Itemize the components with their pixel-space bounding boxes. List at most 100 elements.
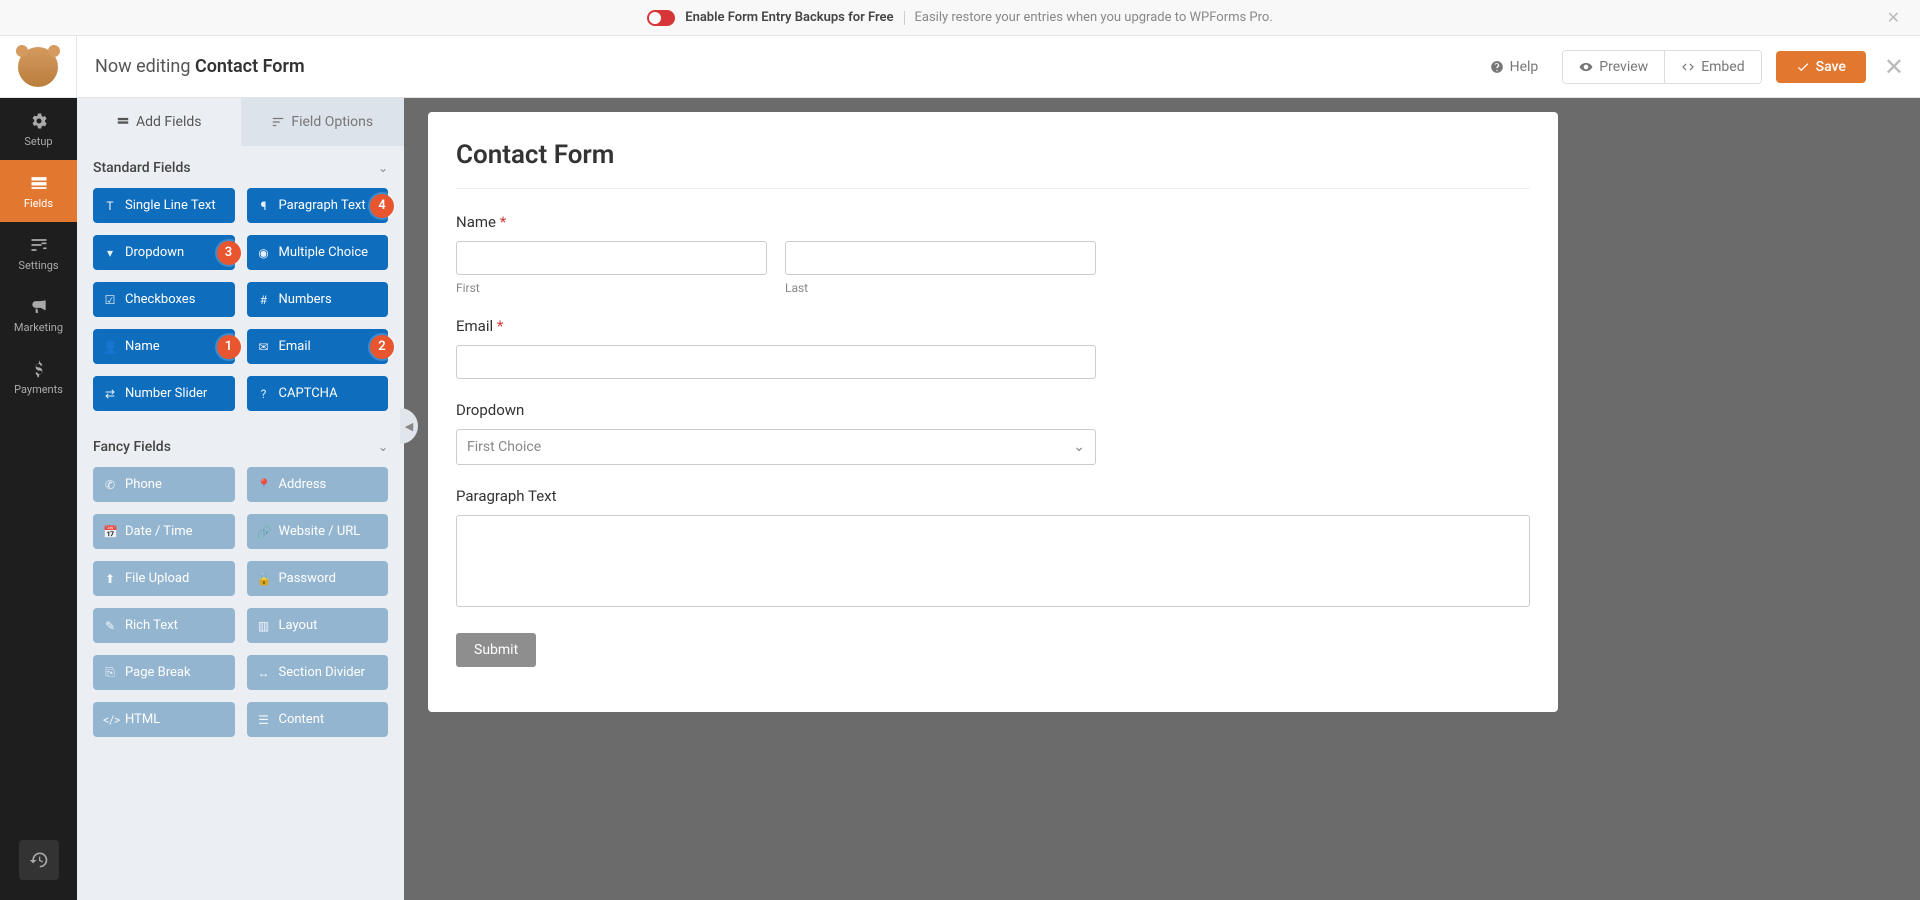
field-type-date-time[interactable]: 📅 Date / Time <box>93 514 235 549</box>
field-type-label: Date / Time <box>125 524 193 539</box>
field-type-captcha[interactable]: ?CAPTCHA <box>247 376 389 411</box>
field-type-label: Page Break <box>125 665 191 680</box>
app-logo[interactable] <box>0 36 77 98</box>
field-type-single-line-text[interactable]: T Single Line Text <box>93 188 235 223</box>
nav-marketing[interactable]: Marketing <box>0 284 77 346</box>
chevron-down-icon: ⌄ <box>378 161 388 175</box>
hash-icon: # <box>257 293 271 307</box>
field-type-label: Dropdown <box>125 245 184 260</box>
save-button[interactable]: Save <box>1776 51 1866 83</box>
field-type-file-upload[interactable]: ⬆ File Upload <box>93 561 235 596</box>
dropdown-select[interactable]: First Choice ⌄ <box>456 429 1096 465</box>
content-icon: ☰ <box>257 713 271 727</box>
help-icon <box>1490 60 1504 74</box>
nav-fields[interactable]: Fields <box>0 160 77 222</box>
field-type-numbers[interactable]: #Numbers <box>247 282 389 317</box>
nav-setup[interactable]: Setup <box>0 98 77 160</box>
field-type-label: Phone <box>125 477 162 492</box>
field-type-label: Multiple Choice <box>279 245 369 260</box>
options-icon <box>271 115 285 129</box>
slider-icon: ⇄ <box>103 387 117 401</box>
text-icon: T <box>103 199 117 213</box>
announcement-subtitle: Easily restore your entries when you upg… <box>915 10 1273 25</box>
field-type-page-break[interactable]: ⎘Page Break <box>93 655 235 690</box>
lock-icon: 🔒 <box>257 572 271 586</box>
field-type-label: Name <box>125 339 160 354</box>
field-type-layout[interactable]: ▥Layout <box>247 608 389 643</box>
eye-icon <box>1579 60 1593 74</box>
field-type-label: Address <box>279 477 327 492</box>
step-badge: 1 <box>217 335 241 359</box>
field-type-label: CAPTCHA <box>279 386 338 401</box>
field-name[interactable]: Name * First Last <box>456 213 1530 295</box>
user-icon: 👤 <box>103 340 117 354</box>
field-type-phone[interactable]: ✆ Phone <box>93 467 235 502</box>
divider <box>904 11 905 25</box>
field-type-dropdown[interactable]: ▾Dropdown3 <box>93 235 235 270</box>
form-title[interactable]: Contact Form <box>456 140 1530 189</box>
revisions-button[interactable] <box>19 840 59 880</box>
field-type-section-divider[interactable]: ↔Section Divider <box>247 655 389 690</box>
left-nav: Setup Fields Settings Marketing Payments <box>0 98 77 900</box>
editing-label: Now editing Contact Form <box>95 56 305 77</box>
paragraph-textarea[interactable] <box>456 515 1530 607</box>
sect-icon: ↔ <box>257 666 271 680</box>
embed-button[interactable]: Embed <box>1664 51 1760 83</box>
field-type-password[interactable]: 🔒 Password <box>247 561 389 596</box>
step-badge: 4 <box>370 194 394 218</box>
field-type-multiple-choice[interactable]: ◉Multiple Choice <box>247 235 389 270</box>
field-paragraph[interactable]: Paragraph Text <box>456 487 1530 611</box>
field-type-email[interactable]: ✉Email2 <box>247 329 389 364</box>
field-type-paragraph-text[interactable]: ¶Paragraph Text4 <box>247 188 389 223</box>
first-name-input[interactable] <box>456 241 767 275</box>
field-type-name[interactable]: 👤Name1 <box>93 329 235 364</box>
nav-payments[interactable]: Payments <box>0 346 77 408</box>
announcement-close-icon[interactable]: ✕ <box>1887 8 1900 27</box>
field-type-website-url[interactable]: 🔗Website / URL <box>247 514 389 549</box>
pin-icon: 📍 <box>257 478 271 492</box>
first-sublabel: First <box>456 281 767 295</box>
field-type-label: Single Line Text <box>125 198 216 213</box>
submit-button[interactable]: Submit <box>456 633 536 667</box>
field-type-label: File Upload <box>125 571 189 586</box>
help-link[interactable]: Help <box>1476 51 1553 83</box>
phone-icon: ✆ <box>103 478 117 492</box>
close-builder-icon[interactable]: ✕ <box>1884 53 1904 81</box>
add-fields-icon <box>116 115 130 129</box>
field-type-rich-text[interactable]: ✎Rich Text <box>93 608 235 643</box>
field-type-checkboxes[interactable]: ☑Checkboxes <box>93 282 235 317</box>
field-type-label: Number Slider <box>125 386 207 401</box>
field-type-number-slider[interactable]: ⇄ Number Slider <box>93 376 235 411</box>
field-type-label: Checkboxes <box>125 292 195 307</box>
nav-settings[interactable]: Settings <box>0 222 77 284</box>
field-type-content[interactable]: ☰Content <box>247 702 389 737</box>
field-type-html[interactable]: </>HTML <box>93 702 235 737</box>
announcement-bar: Enable Form Entry Backups for Free Easil… <box>0 0 1920 36</box>
dollar-icon <box>29 359 49 379</box>
rich-icon: ✎ <box>103 619 117 633</box>
field-type-label: Password <box>279 571 336 586</box>
step-badge: 2 <box>370 335 394 359</box>
fancy-fields-header[interactable]: Fancy Fields ⌄ <box>93 425 388 467</box>
tab-field-options[interactable]: Field Options <box>241 98 405 146</box>
last-sublabel: Last <box>785 281 1096 295</box>
field-type-address[interactable]: 📍 Address <box>247 467 389 502</box>
last-name-input[interactable] <box>785 241 1096 275</box>
field-type-label: Website / URL <box>279 524 361 539</box>
field-email[interactable]: Email * <box>456 317 1530 379</box>
backups-toggle[interactable] <box>647 10 675 26</box>
up-icon: ⬆ <box>103 572 117 586</box>
tab-add-fields[interactable]: Add Fields <box>77 98 241 146</box>
email-input[interactable] <box>456 345 1096 379</box>
canvas-area: Contact Form Name * First Last Email * <box>404 98 1920 900</box>
field-dropdown[interactable]: Dropdown First Choice ⌄ <box>456 401 1530 465</box>
cal-icon: 📅 <box>103 525 117 539</box>
preview-button[interactable]: Preview <box>1563 51 1664 83</box>
sliders-icon <box>29 235 49 255</box>
chevron-down-icon: ⌄ <box>378 440 388 454</box>
step-badge: 3 <box>217 241 241 265</box>
cols-icon: ▥ <box>257 619 271 633</box>
form-preview: Contact Form Name * First Last Email * <box>428 112 1558 712</box>
builder-header: Now editing Contact Form Help Preview Em… <box>0 36 1920 98</box>
standard-fields-header[interactable]: Standard Fields ⌄ <box>93 146 388 188</box>
